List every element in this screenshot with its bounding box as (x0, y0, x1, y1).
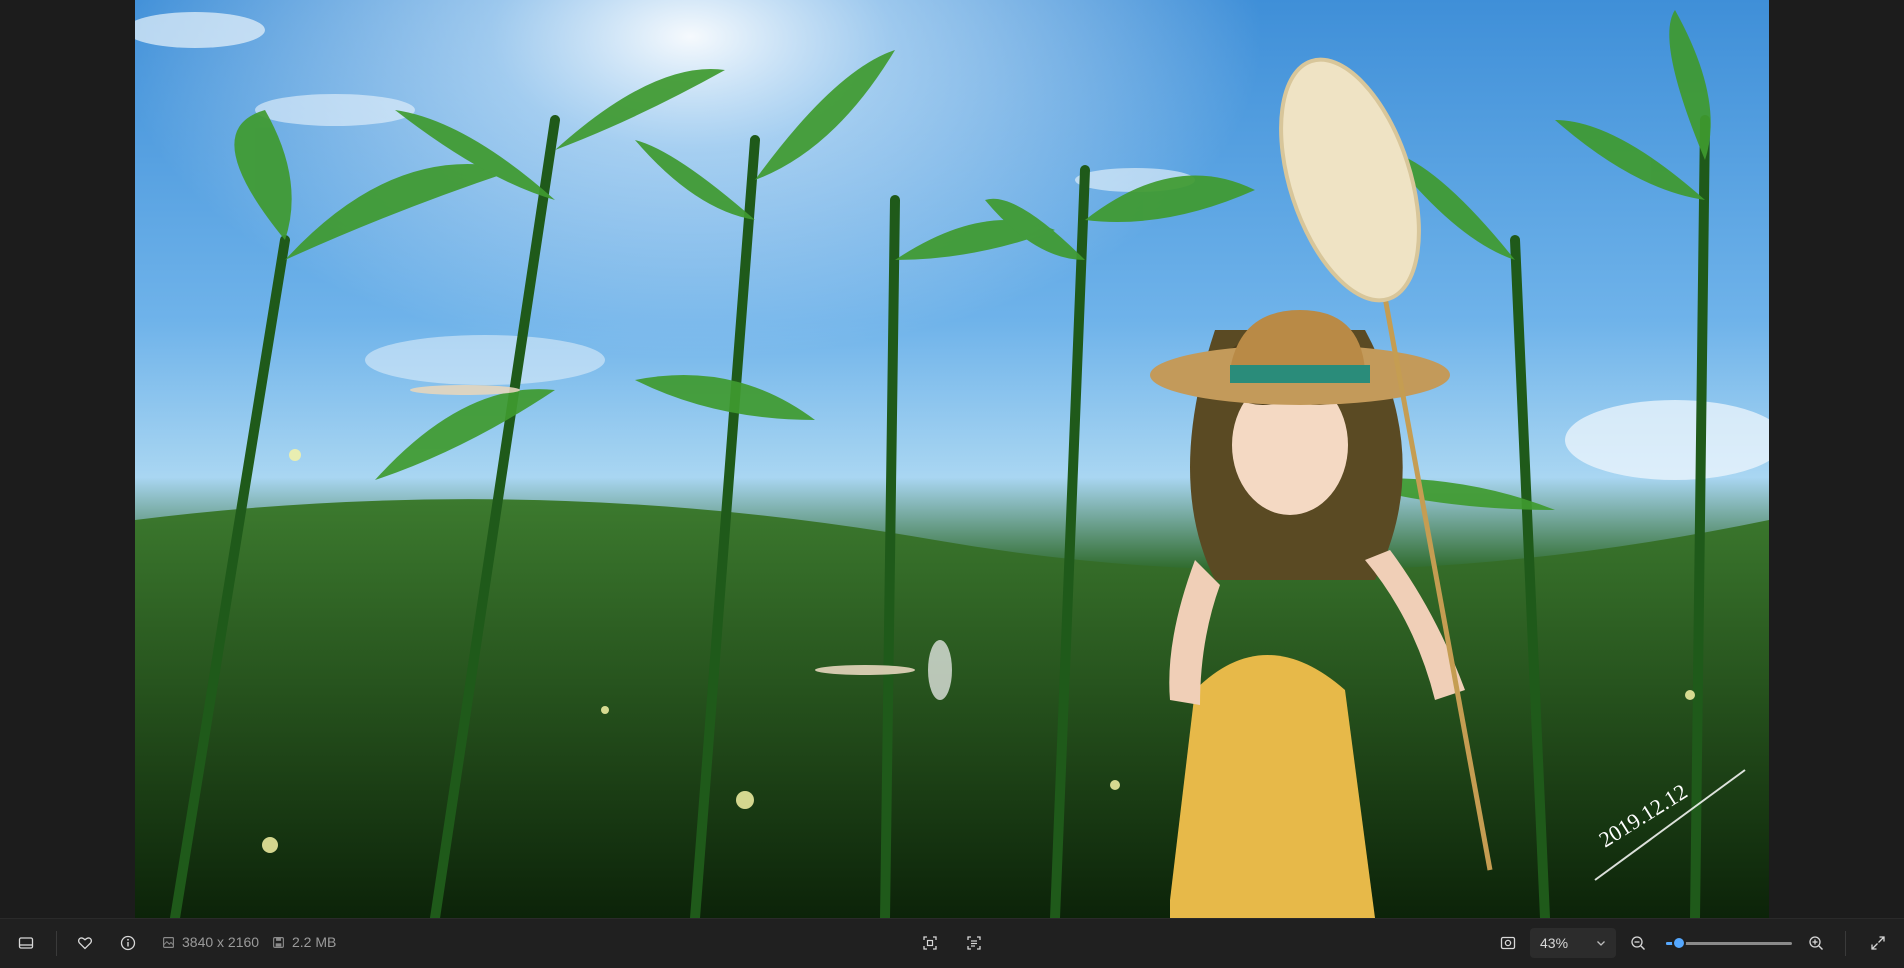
chevron-down-icon (1597, 941, 1605, 946)
expand-icon (1871, 936, 1885, 950)
heart-icon (77, 937, 93, 950)
filmstrip-button[interactable] (10, 927, 42, 959)
filmstrip-icon (18, 937, 34, 949)
favorite-button[interactable] (69, 927, 101, 959)
photo[interactable]: 2019.12.12 (135, 0, 1769, 918)
file-size-text: 2.2 MB (292, 934, 337, 950)
zoom-in-button[interactable] (1800, 927, 1832, 959)
zoom-slider[interactable] (1666, 936, 1792, 950)
zoom-slider-thumb[interactable] (1671, 936, 1686, 950)
actual-size-button[interactable] (1492, 927, 1524, 959)
dimensions-icon (163, 936, 174, 948)
zoom-in-icon (1809, 936, 1823, 950)
text-scan-icon (967, 936, 981, 950)
toolbar-divider (56, 931, 57, 956)
image-dimensions: 3840 x 2160 (162, 934, 259, 950)
zoom-value: 43% (1540, 935, 1569, 951)
zoom-dropdown[interactable]: 43% (1530, 928, 1616, 958)
image-viewer: 2019.12.12 (0, 0, 1904, 918)
zoom-out-button[interactable] (1622, 927, 1654, 959)
fit-to-window-button[interactable] (914, 927, 946, 959)
toolbar-divider (1845, 931, 1846, 956)
dimensions-text: 3840 x 2160 (182, 934, 260, 950)
ocr-button[interactable] (958, 927, 990, 959)
photo-artwork: 2019.12.12 (135, 0, 1769, 918)
fit-screen-icon (923, 936, 937, 950)
bottom-toolbar: 3840 x 2160 2.2 MB 43% (0, 918, 1904, 968)
file-size: 2.2 MB (272, 934, 336, 950)
zoom-out-icon (1631, 936, 1645, 950)
info-button[interactable] (112, 927, 144, 959)
info-icon (120, 935, 136, 951)
save-icon (273, 936, 284, 948)
actual-size-icon (1500, 936, 1516, 950)
fullscreen-button[interactable] (1862, 927, 1894, 959)
